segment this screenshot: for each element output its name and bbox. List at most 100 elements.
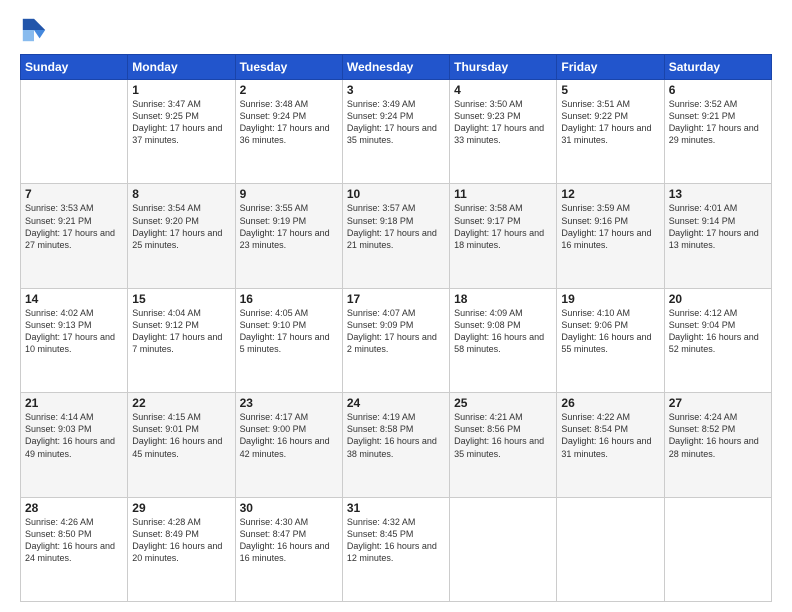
header — [20, 16, 772, 44]
day-cell: 11 Sunrise: 3:58 AM Sunset: 9:17 PM Dayl… — [450, 184, 557, 288]
day-info: Sunrise: 4:26 AM Sunset: 8:50 PM Dayligh… — [25, 516, 123, 565]
day-number: 27 — [669, 396, 767, 410]
day-number: 17 — [347, 292, 445, 306]
day-cell: 13 Sunrise: 4:01 AM Sunset: 9:14 PM Dayl… — [664, 184, 771, 288]
day-cell — [664, 497, 771, 601]
weekday-tuesday: Tuesday — [235, 55, 342, 80]
day-cell: 17 Sunrise: 4:07 AM Sunset: 9:09 PM Dayl… — [342, 288, 449, 392]
weekday-saturday: Saturday — [664, 55, 771, 80]
day-number: 12 — [561, 187, 659, 201]
day-info: Sunrise: 4:04 AM Sunset: 9:12 PM Dayligh… — [132, 307, 230, 356]
day-cell: 28 Sunrise: 4:26 AM Sunset: 8:50 PM Dayl… — [21, 497, 128, 601]
weekday-thursday: Thursday — [450, 55, 557, 80]
page: SundayMondayTuesdayWednesdayThursdayFrid… — [0, 0, 792, 612]
day-cell: 16 Sunrise: 4:05 AM Sunset: 9:10 PM Dayl… — [235, 288, 342, 392]
day-info: Sunrise: 3:51 AM Sunset: 9:22 PM Dayligh… — [561, 98, 659, 147]
calendar-table: SundayMondayTuesdayWednesdayThursdayFrid… — [20, 54, 772, 602]
day-info: Sunrise: 4:09 AM Sunset: 9:08 PM Dayligh… — [454, 307, 552, 356]
day-info: Sunrise: 4:22 AM Sunset: 8:54 PM Dayligh… — [561, 411, 659, 460]
day-cell: 2 Sunrise: 3:48 AM Sunset: 9:24 PM Dayli… — [235, 80, 342, 184]
day-info: Sunrise: 3:53 AM Sunset: 9:21 PM Dayligh… — [25, 202, 123, 251]
day-number: 18 — [454, 292, 552, 306]
day-info: Sunrise: 4:17 AM Sunset: 9:00 PM Dayligh… — [240, 411, 338, 460]
day-cell: 3 Sunrise: 3:49 AM Sunset: 9:24 PM Dayli… — [342, 80, 449, 184]
day-info: Sunrise: 3:52 AM Sunset: 9:21 PM Dayligh… — [669, 98, 767, 147]
day-cell: 6 Sunrise: 3:52 AM Sunset: 9:21 PM Dayli… — [664, 80, 771, 184]
day-info: Sunrise: 4:12 AM Sunset: 9:04 PM Dayligh… — [669, 307, 767, 356]
day-info: Sunrise: 4:10 AM Sunset: 9:06 PM Dayligh… — [561, 307, 659, 356]
day-info: Sunrise: 4:01 AM Sunset: 9:14 PM Dayligh… — [669, 202, 767, 251]
day-cell: 5 Sunrise: 3:51 AM Sunset: 9:22 PM Dayli… — [557, 80, 664, 184]
day-info: Sunrise: 3:58 AM Sunset: 9:17 PM Dayligh… — [454, 202, 552, 251]
day-info: Sunrise: 4:02 AM Sunset: 9:13 PM Dayligh… — [25, 307, 123, 356]
day-number: 25 — [454, 396, 552, 410]
day-number: 20 — [669, 292, 767, 306]
day-info: Sunrise: 3:49 AM Sunset: 9:24 PM Dayligh… — [347, 98, 445, 147]
day-info: Sunrise: 3:48 AM Sunset: 9:24 PM Dayligh… — [240, 98, 338, 147]
day-cell: 12 Sunrise: 3:59 AM Sunset: 9:16 PM Dayl… — [557, 184, 664, 288]
day-number: 23 — [240, 396, 338, 410]
day-number: 28 — [25, 501, 123, 515]
day-info: Sunrise: 3:47 AM Sunset: 9:25 PM Dayligh… — [132, 98, 230, 147]
day-cell — [21, 80, 128, 184]
day-cell: 26 Sunrise: 4:22 AM Sunset: 8:54 PM Dayl… — [557, 393, 664, 497]
day-cell: 20 Sunrise: 4:12 AM Sunset: 9:04 PM Dayl… — [664, 288, 771, 392]
week-row-2: 7 Sunrise: 3:53 AM Sunset: 9:21 PM Dayli… — [21, 184, 772, 288]
day-number: 14 — [25, 292, 123, 306]
day-info: Sunrise: 4:05 AM Sunset: 9:10 PM Dayligh… — [240, 307, 338, 356]
day-number: 21 — [25, 396, 123, 410]
day-info: Sunrise: 4:30 AM Sunset: 8:47 PM Dayligh… — [240, 516, 338, 565]
day-cell: 15 Sunrise: 4:04 AM Sunset: 9:12 PM Dayl… — [128, 288, 235, 392]
day-info: Sunrise: 4:15 AM Sunset: 9:01 PM Dayligh… — [132, 411, 230, 460]
logo-icon — [20, 16, 48, 44]
day-number: 2 — [240, 83, 338, 97]
day-cell: 1 Sunrise: 3:47 AM Sunset: 9:25 PM Dayli… — [128, 80, 235, 184]
week-row-3: 14 Sunrise: 4:02 AM Sunset: 9:13 PM Dayl… — [21, 288, 772, 392]
weekday-header-row: SundayMondayTuesdayWednesdayThursdayFrid… — [21, 55, 772, 80]
day-cell: 22 Sunrise: 4:15 AM Sunset: 9:01 PM Dayl… — [128, 393, 235, 497]
day-cell: 14 Sunrise: 4:02 AM Sunset: 9:13 PM Dayl… — [21, 288, 128, 392]
day-info: Sunrise: 3:57 AM Sunset: 9:18 PM Dayligh… — [347, 202, 445, 251]
day-cell — [450, 497, 557, 601]
day-cell: 9 Sunrise: 3:55 AM Sunset: 9:19 PM Dayli… — [235, 184, 342, 288]
day-info: Sunrise: 3:54 AM Sunset: 9:20 PM Dayligh… — [132, 202, 230, 251]
day-number: 26 — [561, 396, 659, 410]
day-number: 10 — [347, 187, 445, 201]
day-number: 30 — [240, 501, 338, 515]
day-cell: 7 Sunrise: 3:53 AM Sunset: 9:21 PM Dayli… — [21, 184, 128, 288]
day-number: 24 — [347, 396, 445, 410]
day-cell: 19 Sunrise: 4:10 AM Sunset: 9:06 PM Dayl… — [557, 288, 664, 392]
day-info: Sunrise: 3:55 AM Sunset: 9:19 PM Dayligh… — [240, 202, 338, 251]
day-number: 15 — [132, 292, 230, 306]
day-number: 19 — [561, 292, 659, 306]
weekday-sunday: Sunday — [21, 55, 128, 80]
day-number: 3 — [347, 83, 445, 97]
day-info: Sunrise: 4:19 AM Sunset: 8:58 PM Dayligh… — [347, 411, 445, 460]
day-cell: 30 Sunrise: 4:30 AM Sunset: 8:47 PM Dayl… — [235, 497, 342, 601]
day-cell: 24 Sunrise: 4:19 AM Sunset: 8:58 PM Dayl… — [342, 393, 449, 497]
day-number: 6 — [669, 83, 767, 97]
week-row-4: 21 Sunrise: 4:14 AM Sunset: 9:03 PM Dayl… — [21, 393, 772, 497]
day-info: Sunrise: 4:14 AM Sunset: 9:03 PM Dayligh… — [25, 411, 123, 460]
day-cell: 23 Sunrise: 4:17 AM Sunset: 9:00 PM Dayl… — [235, 393, 342, 497]
day-info: Sunrise: 4:07 AM Sunset: 9:09 PM Dayligh… — [347, 307, 445, 356]
weekday-monday: Monday — [128, 55, 235, 80]
day-cell: 10 Sunrise: 3:57 AM Sunset: 9:18 PM Dayl… — [342, 184, 449, 288]
day-info: Sunrise: 4:24 AM Sunset: 8:52 PM Dayligh… — [669, 411, 767, 460]
day-number: 16 — [240, 292, 338, 306]
weekday-friday: Friday — [557, 55, 664, 80]
logo — [20, 16, 54, 44]
day-info: Sunrise: 3:50 AM Sunset: 9:23 PM Dayligh… — [454, 98, 552, 147]
day-number: 1 — [132, 83, 230, 97]
day-number: 11 — [454, 187, 552, 201]
day-number: 13 — [669, 187, 767, 201]
weekday-wednesday: Wednesday — [342, 55, 449, 80]
day-number: 7 — [25, 187, 123, 201]
day-info: Sunrise: 4:21 AM Sunset: 8:56 PM Dayligh… — [454, 411, 552, 460]
day-number: 8 — [132, 187, 230, 201]
week-row-5: 28 Sunrise: 4:26 AM Sunset: 8:50 PM Dayl… — [21, 497, 772, 601]
day-info: Sunrise: 4:28 AM Sunset: 8:49 PM Dayligh… — [132, 516, 230, 565]
day-number: 9 — [240, 187, 338, 201]
day-cell: 4 Sunrise: 3:50 AM Sunset: 9:23 PM Dayli… — [450, 80, 557, 184]
day-number: 5 — [561, 83, 659, 97]
